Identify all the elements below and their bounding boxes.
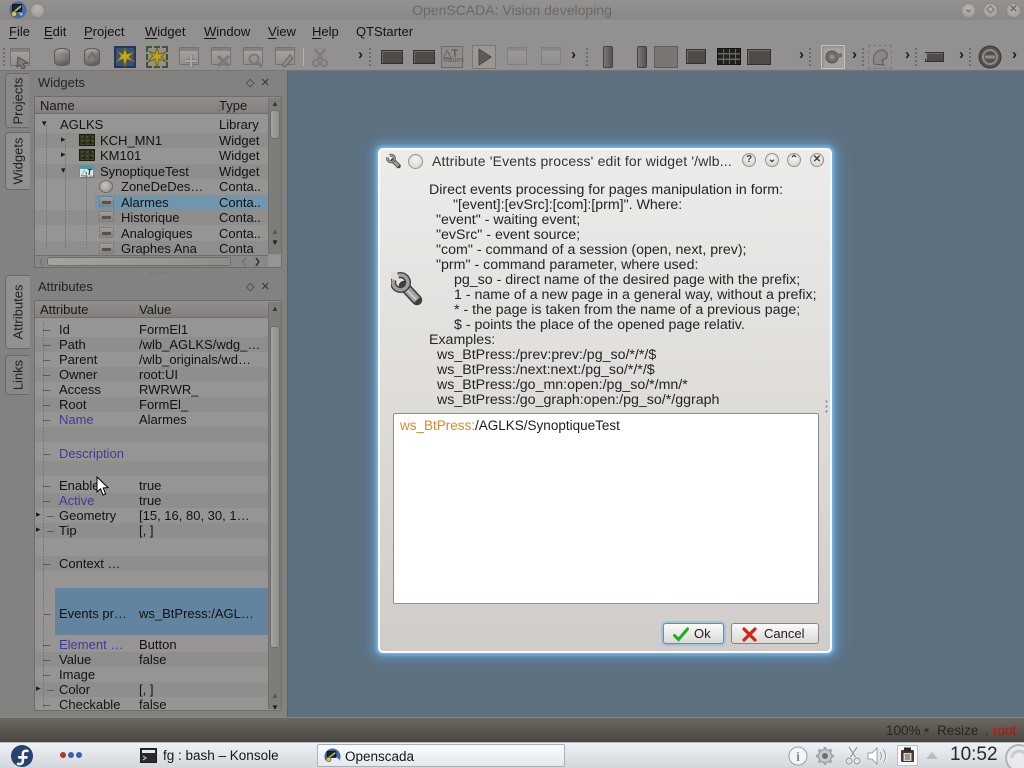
svg-text:i: i: [796, 749, 800, 764]
